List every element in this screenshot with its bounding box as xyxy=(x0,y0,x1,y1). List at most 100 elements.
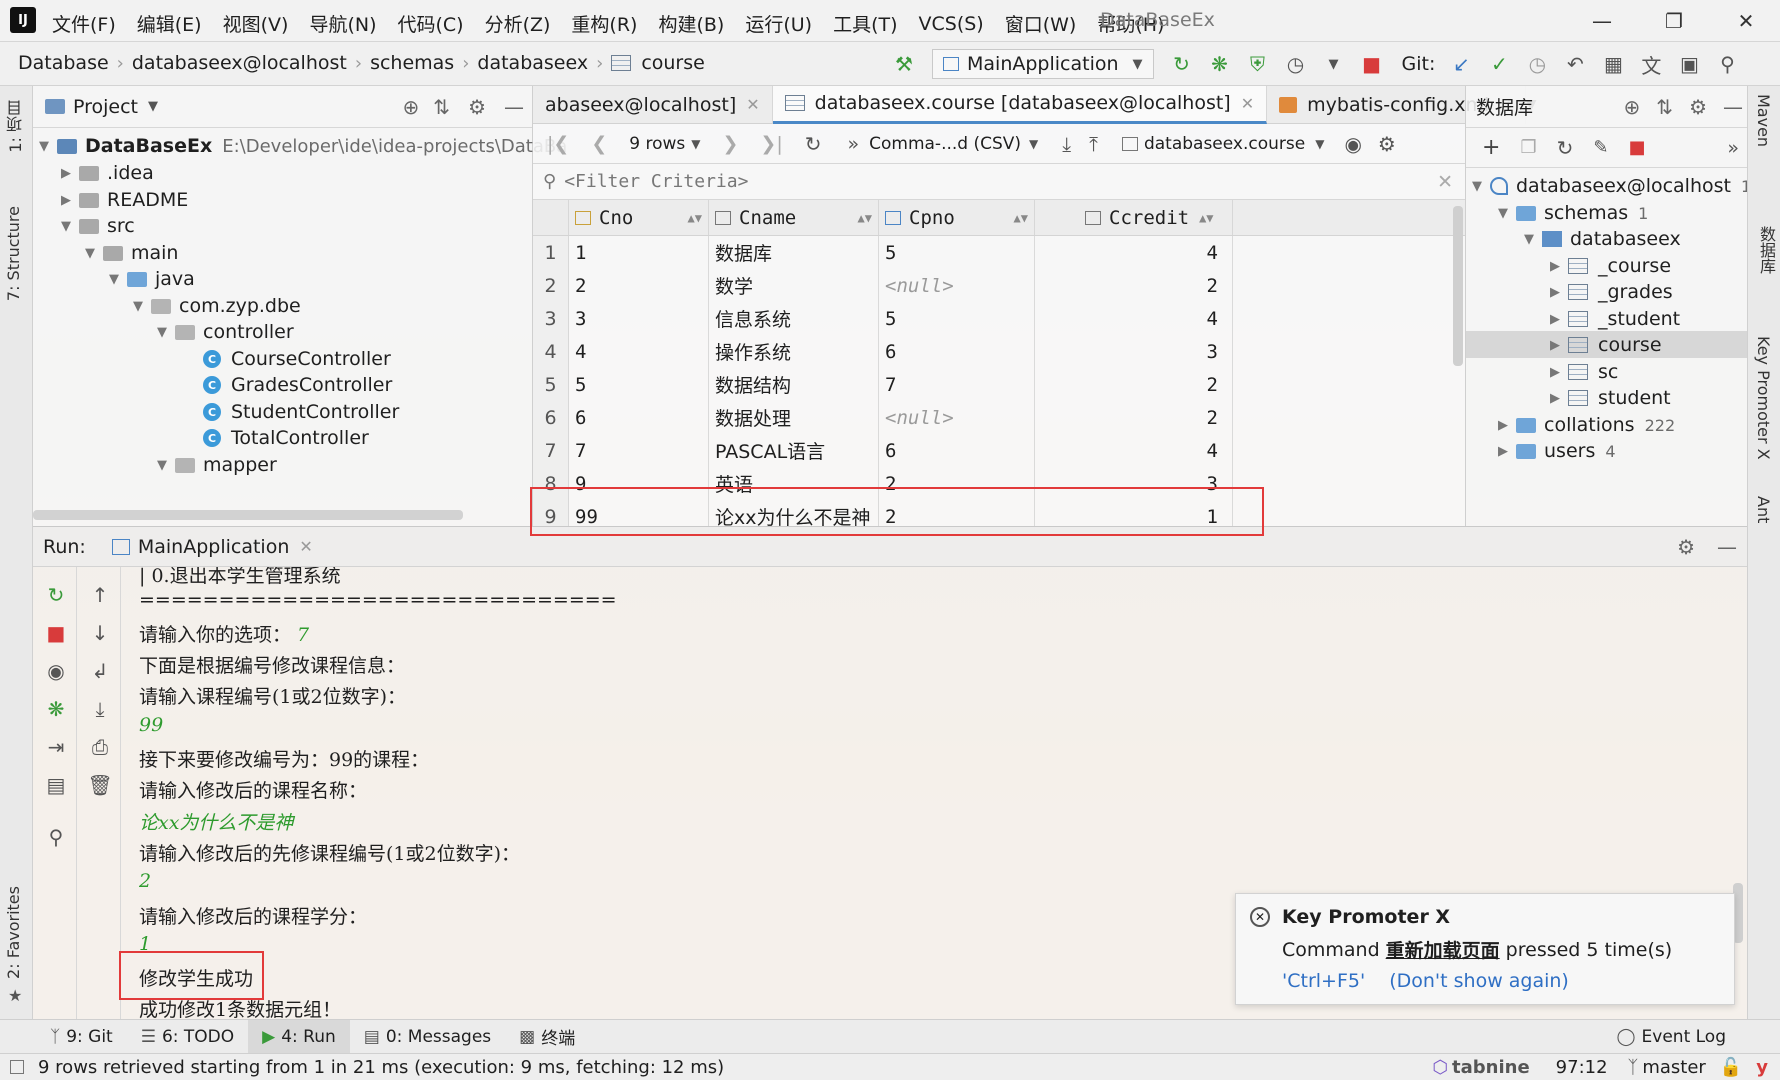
menu-analyze[interactable]: 分析(Z) xyxy=(485,10,551,37)
cno-cell[interactable]: 5 xyxy=(569,368,709,401)
db-tree-table[interactable]: ▶ student xyxy=(1550,384,1671,412)
tool-tab-project[interactable]: 1: 项目 xyxy=(4,100,28,153)
first-page-icon[interactable]: |❮ xyxy=(547,133,569,155)
breadcrumb-database[interactable]: Database xyxy=(18,52,109,74)
expanded-arrow-icon[interactable]: ▼ xyxy=(1498,206,1516,221)
gear-icon[interactable]: ⚙ xyxy=(1677,535,1695,559)
layout-icon[interactable]: ▤ xyxy=(44,773,68,797)
cname-cell[interactable]: 数据结构 xyxy=(709,368,879,401)
cpno-cell[interactable]: <null> xyxy=(879,401,1035,434)
sort-icon[interactable]: ▲▼ xyxy=(858,211,872,225)
menu-run[interactable]: 运行(U) xyxy=(745,10,812,37)
tree-item-class[interactable]: C CourseController xyxy=(203,345,391,373)
menu-edit[interactable]: 编辑(E) xyxy=(137,10,202,37)
export-format-select[interactable]: Comma-...d (CSV) xyxy=(869,134,1021,154)
chevron-down-icon[interactable]: ▼ xyxy=(1315,137,1324,151)
cname-cell[interactable]: 操作系统 xyxy=(709,335,879,368)
cpno-cell[interactable]: <null> xyxy=(879,269,1035,302)
notification-shortcut-link[interactable]: 'Ctrl+F5' xyxy=(1282,970,1365,992)
tree-item-src[interactable]: ▼ src xyxy=(61,212,135,240)
expanded-arrow-icon[interactable]: ▼ xyxy=(39,139,57,154)
expanded-arrow-icon[interactable]: ▼ xyxy=(157,458,175,473)
upload-icon[interactable]: ⤒ xyxy=(1089,132,1098,156)
run-tab-label[interactable]: MainApplication xyxy=(138,536,290,558)
db-tree-table[interactable]: ▶ _course xyxy=(1550,252,1671,280)
collapsed-arrow-icon[interactable]: ▶ xyxy=(1550,338,1568,353)
db-tree-table[interactable]: ▶ sc xyxy=(1550,358,1618,386)
tabnine-label[interactable]: tabnine xyxy=(1452,1057,1530,1078)
add-icon[interactable]: + xyxy=(1482,135,1500,160)
tree-item-mapper[interactable]: ▼ mapper xyxy=(157,451,277,479)
print-icon[interactable]: ⎙ xyxy=(88,735,112,759)
tool-tab-maven[interactable]: Maven xyxy=(1754,94,1773,147)
close-icon[interactable]: ✕ xyxy=(746,95,759,114)
cpno-cell[interactable]: 6 xyxy=(879,335,1035,368)
arrow-down-icon[interactable]: ↓ xyxy=(88,621,112,645)
download-icon[interactable]: ⤓ xyxy=(1062,132,1071,156)
chevron-down-icon[interactable]: ▼ xyxy=(1029,137,1038,151)
collapsed-arrow-icon[interactable]: ▶ xyxy=(61,166,79,181)
soft-wrap-icon[interactable]: ↲ xyxy=(88,659,112,683)
caret-position[interactable]: 97:12 xyxy=(1556,1057,1608,1078)
db-tree-collations[interactable]: ▶ collations 222 xyxy=(1498,411,1675,439)
cpno-cell[interactable]: 5 xyxy=(879,302,1035,335)
ccredit-cell[interactable]: 2 xyxy=(1035,401,1233,434)
maximize-button[interactable]: ❐ xyxy=(1654,6,1694,36)
pin-icon[interactable]: ⚲ xyxy=(44,825,68,849)
more-icon[interactable]: » xyxy=(1727,137,1739,159)
gear-icon[interactable]: ⚙ xyxy=(1689,95,1707,119)
edit-icon[interactable]: ✎ xyxy=(1593,137,1608,158)
cno-cell[interactable]: 7 xyxy=(569,434,709,467)
table-row[interactable]: 7 7 PASCAL语言 6 4 xyxy=(533,434,1465,467)
search-icon[interactable]: ⚲ xyxy=(1713,50,1741,78)
cpno-cell[interactable]: 5 xyxy=(879,236,1035,269)
collapsed-arrow-icon[interactable]: ▶ xyxy=(1498,418,1516,433)
more-icon[interactable]: » xyxy=(848,133,860,155)
breadcrumb-connection[interactable]: databaseex@localhost xyxy=(132,52,347,74)
project-structure-icon[interactable]: ▦ xyxy=(1599,50,1627,78)
tool-tab-run[interactable]: ▶ 4: Run xyxy=(248,1019,350,1054)
tab-console[interactable]: abaseex@localhost] ✕ xyxy=(533,85,773,124)
column-header-cno[interactable]: Cno ▲▼ xyxy=(569,200,709,235)
rerun-icon[interactable]: ↻ xyxy=(1168,50,1196,78)
menu-view[interactable]: 视图(V) xyxy=(223,10,289,37)
expanded-arrow-icon[interactable]: ▼ xyxy=(1472,179,1490,194)
tool-tab-key-promoter[interactable]: Key Promoter X xyxy=(1754,336,1773,460)
tree-item-class[interactable]: C GradesController xyxy=(203,371,392,399)
cname-cell[interactable]: 信息系统 xyxy=(709,302,879,335)
stop-icon[interactable]: ■ xyxy=(1358,50,1386,78)
collapsed-arrow-icon[interactable]: ▶ xyxy=(61,193,79,208)
expanded-arrow-icon[interactable]: ▼ xyxy=(157,325,175,340)
collapse-all-icon[interactable]: ⇅ xyxy=(433,95,450,119)
tool-tab-ant[interactable]: Ant xyxy=(1754,496,1773,523)
menu-build[interactable]: 构建(B) xyxy=(658,10,724,37)
chevron-down-icon[interactable]: ▼ xyxy=(148,99,158,114)
expanded-arrow-icon[interactable]: ▼ xyxy=(133,299,151,314)
tool-tab-database[interactable]: 数据库 xyxy=(1754,226,1778,274)
refresh-icon[interactable]: ↻ xyxy=(805,132,822,156)
tool-tab-terminal[interactable]: ▩ 终端 xyxy=(505,1020,589,1054)
table-row[interactable]: 3 3 信息系统 5 4 xyxy=(533,302,1465,335)
tree-item-class[interactable]: C TotalController xyxy=(203,424,369,452)
filter-criteria-input[interactable]: <Filter Criteria> xyxy=(564,171,1437,192)
ccredit-cell[interactable]: 4 xyxy=(1035,236,1233,269)
sort-icon[interactable]: ▲▼ xyxy=(1199,211,1213,225)
db-tree-schemas[interactable]: ▼ schemas 1 xyxy=(1498,199,1648,227)
cno-cell[interactable]: 2 xyxy=(569,269,709,302)
project-view-label[interactable]: Project xyxy=(73,96,138,118)
refresh-icon[interactable]: ↻ xyxy=(1557,136,1574,160)
rows-count[interactable]: 9 rows xyxy=(629,134,685,154)
close-window-button[interactable]: ✕ xyxy=(1726,6,1766,36)
table-row[interactable]: 2 2 数学 <null> 2 xyxy=(533,269,1465,302)
menu-navigate[interactable]: 导航(N) xyxy=(309,10,376,37)
tool-tab-structure[interactable]: 7: Structure xyxy=(4,206,23,301)
breadcrumb-schemas[interactable]: schemas xyxy=(370,52,454,74)
db-tree-schema[interactable]: ▼ databaseex xyxy=(1524,225,1681,253)
collapsed-arrow-icon[interactable]: ▶ xyxy=(1550,285,1568,300)
cpno-cell[interactable]: 7 xyxy=(879,368,1035,401)
stop-icon[interactable]: ■ xyxy=(44,621,68,645)
locate-target-icon[interactable]: ⊕ xyxy=(1624,95,1641,119)
tree-item-idea[interactable]: ▶ .idea xyxy=(61,159,154,187)
ccredit-cell[interactable]: 2 xyxy=(1035,368,1233,401)
next-page-icon[interactable]: ❯ xyxy=(722,133,738,155)
